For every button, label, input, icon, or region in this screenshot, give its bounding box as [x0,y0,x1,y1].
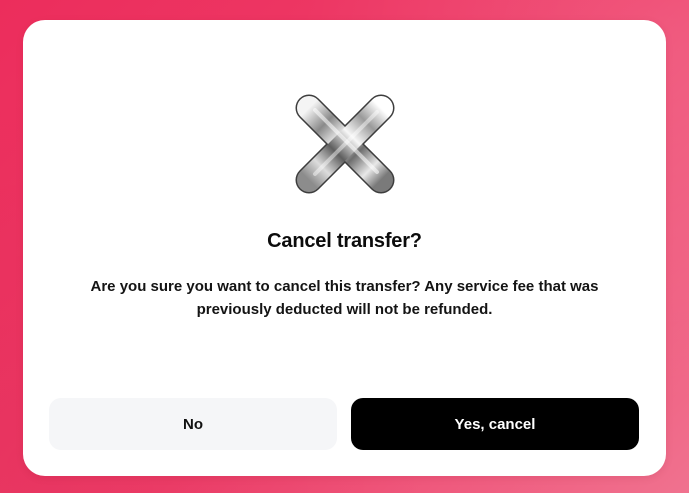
dialog-title: Cancel transfer? [267,230,422,252]
close-x-icon [293,92,397,196]
cancel-transfer-dialog: Cancel transfer? Are you sure you want t… [23,20,666,476]
no-button[interactable]: No [49,398,337,450]
yes-cancel-button[interactable]: Yes, cancel [351,398,639,450]
dialog-message: Are you sure you want to cancel this tra… [90,278,599,318]
